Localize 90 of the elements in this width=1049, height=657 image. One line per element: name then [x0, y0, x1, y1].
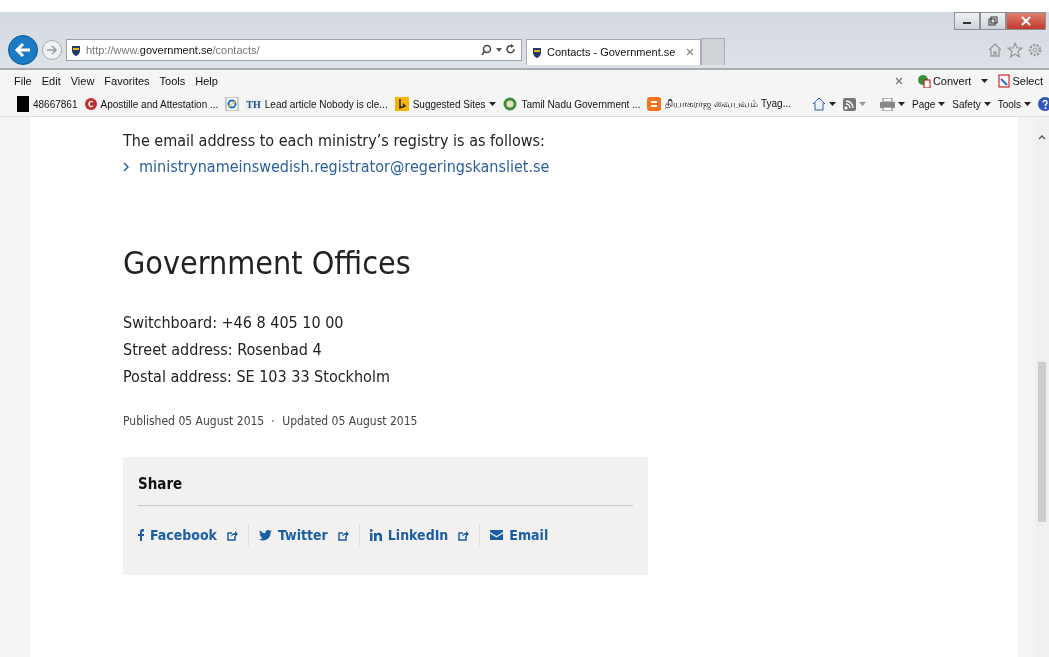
share-label: Email — [509, 527, 549, 543]
back-arrow-icon — [14, 40, 32, 59]
menu-item[interactable]: Help — [195, 75, 218, 87]
menu-item[interactable]: View — [70, 75, 95, 87]
share-title: Share — [138, 475, 633, 506]
restore-icon — [988, 16, 998, 26]
external-link-icon — [337, 529, 349, 541]
site-icon — [394, 97, 409, 111]
menu-item[interactable]: File — [14, 75, 32, 87]
contact-detail: Postal address: SE 103 33 Stockholm — [123, 366, 391, 388]
document-icon — [998, 74, 1011, 88]
back-button[interactable] — [8, 34, 38, 65]
facebook-icon — [138, 529, 144, 541]
caret-icon — [489, 102, 497, 106]
caret-icon — [938, 102, 946, 106]
section-heading: Government Offices — [123, 245, 412, 281]
caret-icon — [1024, 102, 1032, 106]
page-icon — [225, 97, 240, 111]
share-link[interactable]: Email — [490, 527, 549, 543]
letter-circle-icon — [84, 98, 97, 110]
chevron-icon — [123, 162, 129, 172]
square-icon — [17, 96, 29, 112]
favorite-link[interactable]: TH Lead article Nobody is cle... — [246, 98, 388, 110]
select-button[interactable]: Select — [998, 74, 1043, 88]
caret-icon — [898, 102, 905, 106]
globe-document-icon — [916, 74, 931, 88]
forward-arrow-icon — [46, 43, 58, 56]
command-menu-button[interactable]: Safety — [952, 98, 991, 110]
share-link[interactable]: Facebook — [138, 527, 238, 543]
external-link-icon — [227, 529, 238, 541]
minimize-button[interactable] — [954, 12, 980, 30]
command-menu-button[interactable]: Tools — [997, 98, 1032, 110]
restore-button[interactable] — [980, 12, 1006, 30]
convert-button[interactable]: Convert — [916, 74, 972, 88]
url-text: http://www.government.se/contacts/ — [86, 43, 261, 56]
close-button[interactable] — [1006, 12, 1046, 30]
shield-icon — [72, 43, 80, 56]
envelope-icon — [490, 530, 504, 540]
scrollbar[interactable] — [1035, 117, 1049, 657]
favorite-link[interactable]: Tamil Nadu Government ... — [503, 97, 641, 111]
share-link[interactable]: Twitter — [259, 527, 349, 543]
star-icon[interactable] — [1007, 41, 1023, 58]
intro-text: The email address to each ministry’s registry is as follows: — [123, 130, 546, 152]
published-date: Published 05 August 2015 — [123, 414, 265, 428]
shield-icon — [533, 46, 541, 58]
address-bar[interactable]: http://www.government.se/contacts/ — [66, 38, 522, 61]
bird-icon — [259, 529, 272, 541]
scroll-up-icon[interactable] — [1038, 135, 1046, 140]
caret-icon — [859, 102, 866, 106]
menu-item[interactable]: Tools — [159, 75, 186, 87]
menu-item[interactable]: Edit — [41, 75, 61, 87]
caret-icon — [983, 102, 991, 106]
share-link[interactable]: LinkedIn — [369, 527, 470, 543]
share-label: LinkedIn — [387, 527, 449, 543]
caret-icon[interactable] — [496, 47, 502, 52]
print-button[interactable] — [880, 97, 905, 111]
linkedin-icon — [369, 529, 382, 541]
emblem-icon — [503, 97, 518, 111]
feed-button[interactable] — [843, 97, 866, 111]
favorite-link[interactable]: 48667861 — [17, 96, 78, 112]
caret-icon — [829, 102, 836, 106]
share-label: Facebook — [150, 527, 217, 543]
close-icon[interactable] — [894, 77, 903, 85]
blog-icon — [647, 97, 662, 111]
favorite-link[interactable]: Suggested Sites — [394, 97, 497, 111]
site-badge: TH — [246, 98, 261, 110]
home-button[interactable] — [812, 97, 836, 111]
favorite-label: Suggested Sites — [412, 98, 486, 110]
refresh-icon[interactable] — [506, 43, 516, 56]
updated-date: Updated 05 August 2015 — [282, 414, 418, 428]
favorite-label: Lead article Nobody is cle... — [264, 98, 388, 110]
favorite-label: 48667861 — [33, 98, 78, 110]
feed-icon — [843, 97, 856, 111]
close-icon — [1021, 16, 1031, 26]
favorite-label: Tamil Nadu Government ... — [521, 98, 641, 110]
contact-detail: Street address: Rosenbad 4 — [123, 339, 323, 361]
search-icon[interactable] — [481, 43, 492, 56]
contact-detail: Switchboard: +46 8 405 10 00 — [123, 312, 345, 334]
caret-icon[interactable] — [981, 79, 989, 83]
menu-item[interactable]: Favorites — [104, 75, 150, 87]
email-link[interactable]: ministrynameinswedish.registrator@regeringskansliet.se — [139, 155, 550, 179]
share-label: Twitter — [278, 527, 328, 543]
home-icon — [812, 97, 826, 111]
external-link-icon — [458, 529, 470, 541]
command-menu-button[interactable]: Page — [912, 98, 946, 110]
favorite-link[interactable] — [225, 97, 240, 111]
printer-icon — [880, 97, 895, 111]
browser-tab[interactable]: Contacts - Government.se — [526, 38, 701, 65]
scroll-thumb[interactable] — [1038, 362, 1046, 522]
close-icon[interactable] — [686, 48, 694, 56]
